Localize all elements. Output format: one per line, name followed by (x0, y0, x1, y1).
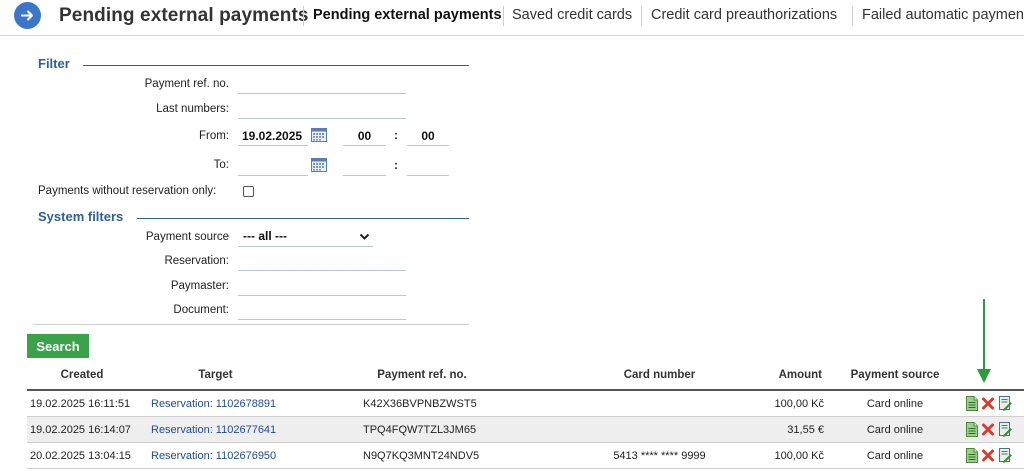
arrow-right-icon (21, 10, 33, 21)
from-date-input[interactable] (238, 126, 308, 146)
cell-amount: 100,00 Kč (774, 450, 824, 462)
edit-document-icon[interactable] (998, 396, 1012, 411)
column-header-payment-source[interactable]: Payment source (840, 369, 950, 381)
column-header-target[interactable]: Target (137, 369, 294, 381)
system-filters-divider (137, 218, 469, 219)
filter-bottom-divider (33, 324, 469, 325)
delete-icon[interactable] (981, 396, 995, 411)
tab-separator (641, 6, 642, 26)
chevron-down-icon (359, 233, 370, 240)
last-numbers-label: Last numbers: (156, 103, 229, 115)
cell-amount: 100,00 Kč (774, 398, 824, 410)
table-row[interactable]: 19.02.2025 16:11:51 Reservation: 11026788… (27, 391, 1024, 417)
tab-failed-automatic-payments[interactable]: Failed automatic payments (862, 7, 1024, 23)
cell-target-link[interactable]: Reservation: 1102677641 (151, 424, 276, 436)
calendar-icon[interactable] (311, 158, 327, 172)
payment-ref-input[interactable] (238, 74, 406, 94)
from-minute-input[interactable] (407, 126, 449, 146)
cell-card-number: 5413 **** **** 9999 (613, 450, 706, 462)
tab-separator (852, 6, 853, 26)
payment-source-select[interactable]: --- all --- (238, 227, 373, 247)
column-header-created[interactable]: Created (27, 369, 137, 381)
cell-created: 20.02.2025 13:04:15 (30, 450, 131, 462)
table-header: Created Target Payment ref. no. Card num… (27, 364, 1024, 391)
table-row[interactable]: 20.02.2025 13:04:15 Reservation: 11026769… (27, 443, 1024, 469)
to-label: To: (213, 159, 229, 171)
table-row[interactable]: 19.02.2025 16:14:07 Reservation: 11026776… (27, 417, 1024, 443)
edit-document-icon[interactable] (998, 422, 1012, 437)
cell-payment-ref: N9Q7KQ3MNT24NDV5 (363, 450, 480, 462)
search-button[interactable]: Search (27, 334, 89, 358)
cell-payment-ref: K42X36BVPNBZWST5 (363, 398, 477, 410)
page-title: Pending external payments (59, 5, 309, 26)
delete-icon[interactable] (981, 448, 995, 463)
cell-payment-source: Card online (866, 450, 924, 462)
calendar-icon[interactable] (311, 128, 327, 142)
tab-separator (503, 6, 504, 26)
page-header: Pending external payments Pending extern… (0, 0, 1024, 36)
reservation-label: Reservation: (164, 255, 229, 267)
tab-separator (303, 6, 304, 26)
payment-source-label: Payment source (145, 231, 229, 243)
edit-document-icon[interactable] (998, 448, 1012, 463)
last-numbers-input[interactable] (238, 99, 406, 119)
document-label: Document: (173, 304, 229, 316)
without-reservation-checkbox[interactable] (243, 186, 254, 197)
cell-payment-ref: TPQ4FQW7TZL3JM65 (363, 424, 477, 436)
document-icon[interactable] (965, 422, 979, 437)
delete-icon[interactable] (981, 422, 995, 437)
from-hour-input[interactable] (343, 126, 386, 146)
cell-target-link[interactable]: Reservation: 1102676950 (151, 450, 276, 462)
paymaster-input[interactable] (238, 276, 406, 296)
tab-saved-credit-cards[interactable]: Saved credit cards (512, 7, 632, 23)
reservation-input[interactable] (238, 251, 406, 271)
filter-section-title: Filter (38, 56, 70, 71)
back-button[interactable] (14, 2, 41, 29)
document-input[interactable] (238, 300, 406, 320)
cell-payment-source: Card online (866, 398, 924, 410)
cell-target-link[interactable]: Reservation: 1102678891 (151, 398, 276, 410)
column-header-payment-ref[interactable]: Payment ref. no. (347, 369, 497, 381)
from-label: From: (198, 130, 229, 142)
time-separator: : (394, 128, 398, 142)
paymaster-label: Paymaster: (170, 280, 229, 292)
column-header-card-number[interactable]: Card number (587, 369, 732, 381)
to-date-input[interactable] (238, 156, 308, 176)
without-reservation-label: Payments without reservation only: (38, 185, 217, 197)
document-icon[interactable] (965, 396, 979, 411)
system-filters-section-title: System filters (38, 209, 124, 224)
document-icon[interactable] (965, 448, 979, 463)
filter-section-divider (83, 65, 469, 66)
payment-source-value: --- all --- (243, 229, 287, 243)
payment-ref-label: Payment ref. no. (144, 78, 229, 90)
tab-credit-card-preauthorizations[interactable]: Credit card preauthorizations (651, 7, 837, 23)
cell-created: 19.02.2025 16:11:51 (30, 398, 131, 410)
time-separator: : (394, 158, 398, 172)
to-hour-input[interactable] (343, 156, 386, 176)
cell-amount: 31,55 € (787, 424, 824, 436)
tab-pending-external-payments[interactable]: Pending external payments (313, 7, 502, 23)
cell-created: 19.02.2025 16:14:07 (30, 424, 131, 436)
cell-payment-source: Card online (866, 424, 924, 436)
column-header-amount[interactable]: Amount (757, 369, 822, 381)
to-minute-input[interactable] (407, 156, 449, 176)
